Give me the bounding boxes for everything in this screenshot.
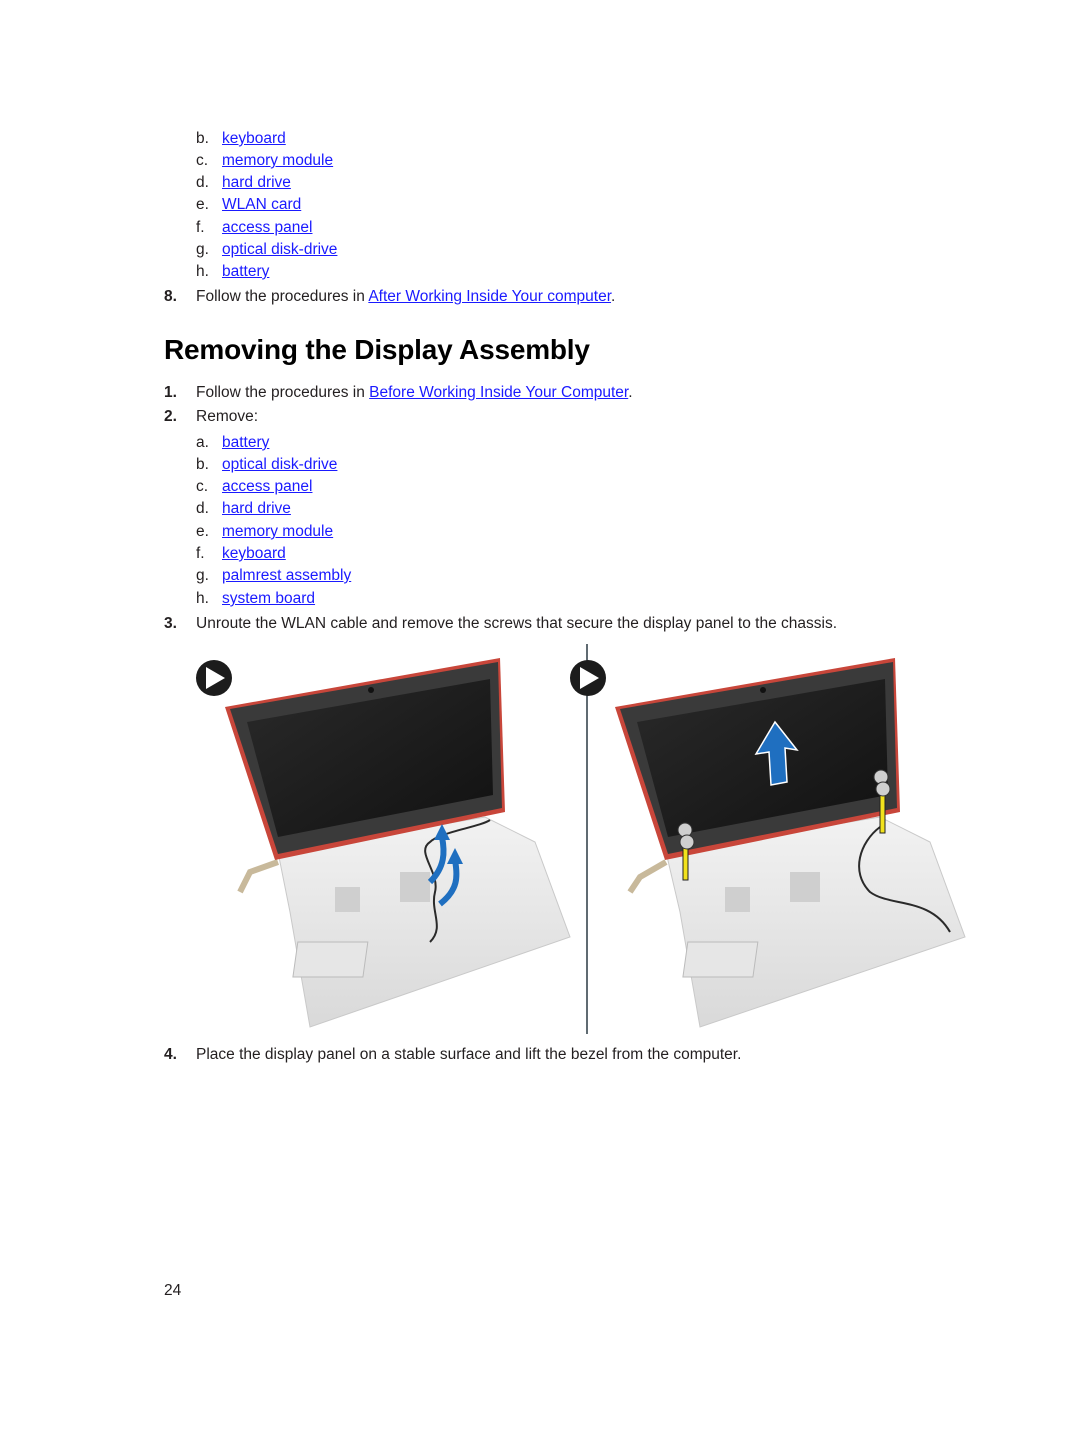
step-number: 8. [164,288,177,305]
step-1-suffix: . [628,384,633,401]
list-letter: b. [196,456,209,473]
list-letter: h. [196,590,209,607]
play-icon [196,660,232,696]
step-number: 1. [164,384,177,401]
panel-left [196,658,571,1028]
step-8-prefix: Follow the procedures in [196,288,369,305]
list-letter: a. [196,434,209,451]
link-battery[interactable]: battery [222,262,269,282]
link-after-working-inside[interactable]: After Working Inside Your computer [368,288,611,305]
list-letter: e. [196,196,209,213]
link-access-panel[interactable]: access panel [222,218,312,238]
figure-illustration [196,644,966,1034]
display-cable [237,859,280,894]
link-palmrest-assembly[interactable]: palmrest assembly [222,566,351,586]
step-1-text: Follow the procedures in Before Working … [196,383,633,403]
step-number: 4. [164,1046,177,1063]
list-letter: d. [196,500,209,517]
link-battery[interactable]: battery [222,433,269,453]
list-letter: b. [196,130,209,147]
list-letter: c. [196,478,209,495]
list-letter: f. [196,545,205,562]
page-number: 24 [164,1282,182,1299]
list-letter: e. [196,523,209,540]
step-number: 2. [164,408,177,425]
step-8-text: Follow the procedures in After Working I… [196,287,615,307]
link-keyboard[interactable]: keyboard [222,129,286,149]
step-8-suffix: . [611,288,616,305]
panel-right [570,658,966,1028]
link-before-working-inside[interactable]: Before Working Inside Your Computer [369,384,628,401]
play-icon [570,660,606,696]
link-memory-module[interactable]: memory module [222,522,333,542]
list-letter: g. [196,241,209,258]
step-number: 3. [164,615,177,632]
link-memory-module[interactable]: memory module [222,151,333,171]
link-wlan-card[interactable]: WLAN card [222,195,301,215]
list-letter: f. [196,219,205,236]
link-optical-disk-drive[interactable]: optical disk-drive [222,240,337,260]
link-keyboard[interactable]: keyboard [222,544,286,564]
link-hard-drive[interactable]: hard drive [222,499,291,519]
procedure-figure [190,642,980,1036]
list-letter: c. [196,152,209,169]
link-hard-drive[interactable]: hard drive [222,173,291,193]
list-letter: d. [196,174,209,191]
step-1-prefix: Follow the procedures in [196,384,370,401]
list-letter: g. [196,567,209,584]
step-4-text: Place the display panel on a stable surf… [196,1046,742,1063]
display-cable [627,859,668,894]
list-letter: h. [196,263,209,280]
step-2-text: Remove: [196,408,259,425]
link-optical-disk-drive[interactable]: optical disk-drive [222,455,337,475]
link-access-panel[interactable]: access panel [222,477,312,497]
step-3-text: Unroute the WLAN cable and remove the sc… [196,615,838,632]
section-title: Removing the Display Assembly [164,334,590,365]
link-system-board[interactable]: system board [222,589,315,609]
